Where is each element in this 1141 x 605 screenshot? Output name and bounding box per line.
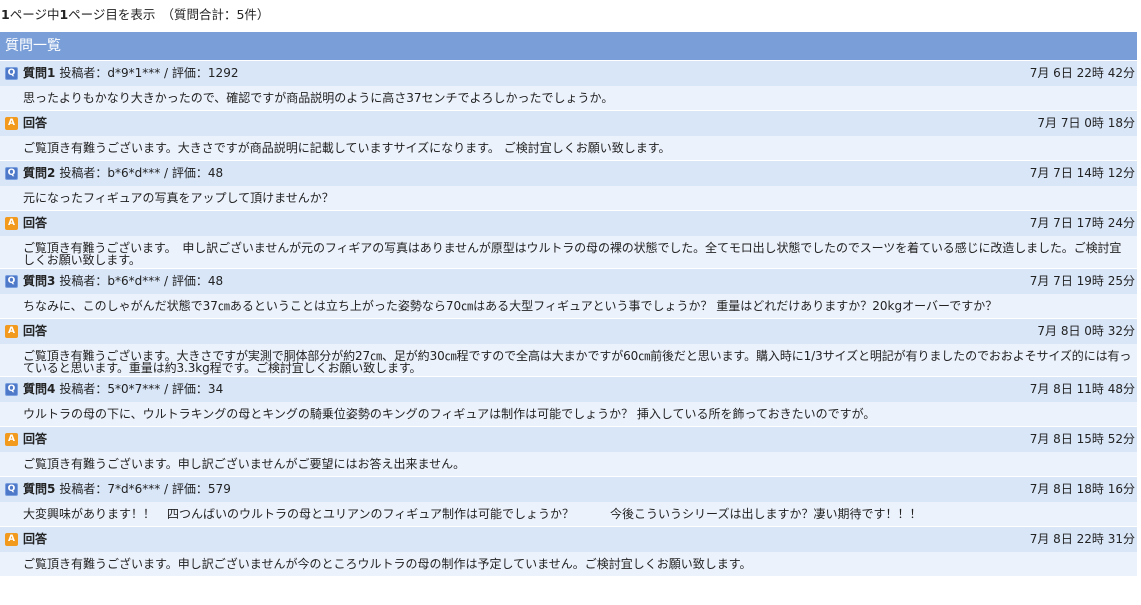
answer-date: 7月 8日 22時 31分 (1029, 532, 1135, 546)
question-header: Q 質問3 投稿者：b*6*d*** / 評価：48 7月 7日 19時 25分 (0, 268, 1137, 294)
answer-header: A 回答 7月 8日 22時 31分 (0, 526, 1137, 552)
answer-label: 回答 (23, 324, 48, 338)
question-poster-meta: 投稿者：5*0*7*** / 評価：34 (59, 382, 224, 396)
answer-date: 7月 8日 15時 52分 (1029, 432, 1135, 446)
question-label-wrap: 質問4 投稿者：5*0*7*** / 評価：34 (23, 377, 223, 401)
question-label-wrap: 質問1 投稿者：d*9*1*** / 評価：1292 (23, 61, 238, 85)
question-header: Q 質問1 投稿者：d*9*1*** / 評価：1292 7月 6日 22時 42… (0, 60, 1137, 86)
question-date: 7月 7日 19時 25分 (1029, 274, 1135, 288)
question-label: 質問2 (23, 166, 56, 180)
question-label: 質問5 (23, 482, 56, 496)
question-text: 大変興味があります！！ 四つんばいのウルトラの母とユリアンのフィギュア制作は可能… (0, 502, 1137, 526)
question-poster-meta: 投稿者：d*9*1*** / 評価：1292 (59, 66, 239, 80)
question-label: 質問4 (23, 382, 56, 396)
current-page: 1 (59, 7, 69, 22)
question-text: ちなみに、このしゃがんだ状態で37㎝あるということは立ち上がった姿勢なら70㎝は… (0, 294, 1137, 318)
question-label-wrap: 質問2 投稿者：b*6*d*** / 評価：48 (23, 161, 223, 185)
answer-icon: A (5, 433, 18, 446)
question-date: 7月 7日 14時 12分 (1029, 166, 1135, 180)
pagination-middle: ページ中 (9, 7, 60, 22)
qa-list: Q 質問1 投稿者：d*9*1*** / 評価：1292 7月 6日 22時 42… (0, 60, 1137, 576)
question-icon: Q (5, 275, 18, 288)
answer-header: A 回答 7月 7日 17時 24分 (0, 210, 1137, 236)
question-poster-meta: 投稿者：7*d*6*** / 評価：579 (59, 482, 231, 496)
question-text: ウルトラの母の下に、ウルトラキングの母とキングの騎乗位姿勢のキングのフィギュアは… (0, 402, 1137, 426)
question-date: 7月 8日 18時 16分 (1029, 482, 1135, 496)
answer-text: ご覧頂き有難うございます。 申し訳ございませんが元のフィギアの写真はありませんが… (0, 236, 1137, 268)
question-date: 7月 6日 22時 42分 (1029, 66, 1135, 80)
question-label: 質問3 (23, 274, 56, 288)
question-total: （質問合計：5件） (161, 7, 270, 22)
question-label: 質問1 (23, 66, 56, 80)
answer-text: ご覧頂き有難うございます。申し訳ございませんがご要望にはお答え出来ません。 (0, 452, 1137, 476)
answer-header: A 回答 7月 8日 15時 52分 (0, 426, 1137, 452)
answer-label: 回答 (23, 116, 48, 130)
pagination-suffix: ページ目を表示 (68, 7, 156, 22)
answer-text: ご覧頂き有難うございます。大きさですが商品説明に記載していますサイズになります。… (0, 136, 1137, 160)
question-header: Q 質問4 投稿者：5*0*7*** / 評価：34 7月 8日 11時 48分 (0, 376, 1137, 402)
answer-date: 7月 7日 0時 18分 (1037, 116, 1135, 130)
answer-header: A 回答 7月 8日 0時 32分 (0, 318, 1137, 344)
answer-icon: A (5, 325, 18, 338)
question-label-wrap: 質問5 投稿者：7*d*6*** / 評価：579 (23, 477, 231, 501)
question-text: 思ったよりもかなり大きかったので、確認ですが商品説明のように高さ37センチでよろ… (0, 86, 1137, 110)
answer-icon: A (5, 217, 18, 230)
answer-text: ご覧頂き有難うございます。申し訳ございませんが今のところウルトラの母の制作は予定… (0, 552, 1137, 576)
question-poster-meta: 投稿者：b*6*d*** / 評価：48 (59, 166, 224, 180)
question-icon: Q (5, 67, 18, 80)
question-label-wrap: 質問3 投稿者：b*6*d*** / 評価：48 (23, 269, 223, 293)
question-poster-meta: 投稿者：b*6*d*** / 評価：48 (59, 274, 224, 288)
answer-label: 回答 (23, 432, 48, 446)
answer-icon: A (5, 117, 18, 130)
question-date: 7月 8日 11時 48分 (1029, 382, 1135, 396)
question-icon: Q (5, 383, 18, 396)
answer-header: A 回答 7月 7日 0時 18分 (0, 110, 1137, 136)
answer-label: 回答 (23, 532, 48, 546)
question-text: 元になったフィギュアの写真をアップして頂けませんか？ (0, 186, 1137, 210)
answer-label: 回答 (23, 216, 48, 230)
answer-icon: A (5, 533, 18, 546)
question-header: Q 質問2 投稿者：b*6*d*** / 評価：48 7月 7日 14時 12分 (0, 160, 1137, 186)
pagination-info: 1ページ中1ページ目を表示 （質問合計：5件） (0, 0, 1141, 32)
answer-date: 7月 7日 17時 24分 (1029, 216, 1135, 230)
total-pages: 1 (1, 7, 10, 22)
answer-date: 7月 8日 0時 32分 (1037, 324, 1135, 338)
question-list-title: 質問一覧 (0, 32, 1137, 60)
answer-text: ご覧頂き有難うございます。大きさですが実測で胴体部分が約27㎝、足が約30㎝程で… (0, 344, 1137, 376)
question-icon: Q (5, 483, 18, 496)
question-icon: Q (5, 167, 18, 180)
question-header: Q 質問5 投稿者：7*d*6*** / 評価：579 7月 8日 18時 16分 (0, 476, 1137, 502)
